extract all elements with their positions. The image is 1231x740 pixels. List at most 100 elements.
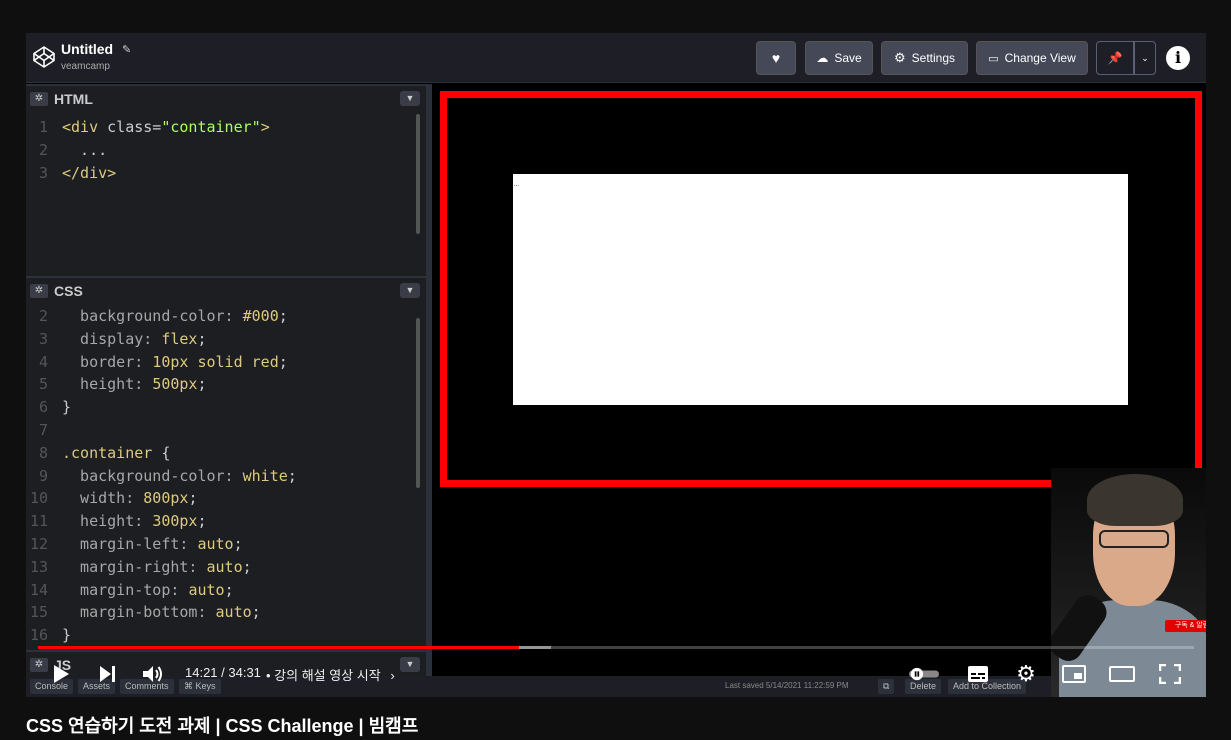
settings-label: Settings: [911, 51, 955, 65]
code-token: auto: [206, 557, 243, 576]
code-token: width:: [62, 489, 144, 508]
play-button[interactable]: [46, 660, 76, 688]
codepen-logo-icon[interactable]: [32, 45, 56, 69]
html-code-line[interactable]: 1 <div class="container">: [26, 116, 426, 139]
line-number: 6: [38, 398, 48, 417]
progress-played: [38, 646, 519, 649]
code-token: class=: [107, 118, 162, 136]
code-token: "container": [161, 118, 261, 136]
autoplay-toggle[interactable]: [909, 660, 939, 688]
line-number: 15: [29, 603, 48, 622]
code-token: }: [62, 626, 72, 645]
css-scrollbar[interactable]: [416, 318, 420, 488]
pin-icon: 📌: [1107, 51, 1123, 65]
code-token: ;: [278, 352, 288, 371]
settings-gear-icon: ⚙: [1016, 661, 1036, 686]
css-code-line[interactable]: 11 height: 300px;: [26, 510, 426, 533]
code-token: margin-right:: [62, 557, 207, 576]
css-code-line[interactable]: 7: [26, 419, 426, 442]
presenter-hair: [1087, 474, 1183, 526]
css-editor-header: ✲ CSS ▼: [26, 276, 426, 302]
css-code-line[interactable]: 8 .container {: [26, 442, 426, 465]
edit-title-pencil-icon[interactable]: ✎: [122, 43, 131, 56]
html-code-area[interactable]: 1 <div class="container"> 2 ... 3 </div>: [26, 116, 426, 184]
css-code-line[interactable]: 12 margin-left: auto;: [26, 533, 426, 556]
pin-button[interactable]: 📌: [1096, 41, 1134, 75]
code-token: margin-bottom:: [62, 603, 216, 622]
html-settings-gear-icon[interactable]: ✲: [30, 92, 48, 106]
css-code-line[interactable]: 14 margin-top: auto;: [26, 579, 426, 602]
css-editor-label: CSS: [54, 283, 83, 299]
pen-title[interactable]: Untitled: [61, 41, 113, 57]
mute-button[interactable]: [138, 660, 168, 688]
css-code-area[interactable]: 2 background-color: #000; 3 display: flex…: [26, 305, 426, 647]
chapter-title[interactable]: • 강의 해설 영상 시작 ›: [266, 665, 395, 684]
css-code-line[interactable]: 2 background-color: #000;: [26, 305, 426, 328]
subtitles-button[interactable]: [963, 660, 993, 688]
miniplayer-button[interactable]: [1059, 660, 1089, 688]
theater-mode-button[interactable]: [1107, 660, 1137, 688]
css-code-line[interactable]: 5 height: 500px;: [26, 373, 426, 396]
html-code-line[interactable]: 3 </div>: [26, 162, 426, 185]
heart-icon: ♥: [771, 50, 781, 66]
chevron-down-icon: ⌄: [1141, 52, 1149, 63]
code-token: ...: [62, 140, 108, 159]
code-token: </div>: [62, 163, 117, 182]
next-button[interactable]: [92, 660, 122, 688]
save-button[interactable]: ☁ Save: [805, 41, 873, 75]
code-token: ;: [233, 534, 243, 553]
html-code-line[interactable]: 2 ...: [26, 139, 426, 162]
code-token: ;: [197, 512, 207, 531]
css-code-line[interactable]: 13 margin-right: auto;: [26, 556, 426, 579]
css-collapse-chevron-icon[interactable]: ▼: [400, 283, 420, 298]
html-collapse-chevron-icon[interactable]: ▼: [400, 91, 420, 106]
line-number: 10: [29, 489, 48, 508]
code-token: >: [260, 118, 270, 136]
progress-bar[interactable]: [38, 646, 1194, 649]
youtube-watch-page: Untitled ✎ veamcamp ♥ ☁ Save ⚙ Settings …: [0, 0, 1231, 740]
settings-button[interactable]: ⚙ Settings: [881, 41, 968, 75]
line-number: 3: [38, 329, 48, 348]
line-number: 11: [29, 512, 48, 531]
code-token: .container: [62, 443, 162, 462]
change-view-label: Change View: [1004, 51, 1076, 65]
pin-dropdown-button[interactable]: ⌄: [1134, 41, 1156, 75]
code-token: 300px: [152, 512, 198, 531]
volume-icon: [143, 666, 162, 682]
code-token: ;: [242, 557, 252, 576]
chapter-label: • 강의 해설 영상 시작: [266, 668, 381, 683]
line-number: 3: [38, 163, 48, 182]
css-code-line[interactable]: 9 background-color: white;: [26, 465, 426, 488]
settings-gear-button[interactable]: ⚙: [1011, 660, 1041, 688]
css-code-line[interactable]: 4 border: 10px solid red;: [26, 351, 426, 374]
cloud-icon: ☁: [816, 51, 829, 65]
line-number: 13: [29, 557, 48, 576]
pen-username[interactable]: veamcamp: [61, 61, 110, 72]
code-token: 800px: [143, 489, 189, 508]
code-token: display:: [62, 329, 162, 348]
layout-icon: ▭: [988, 52, 999, 65]
code-token: <div: [62, 118, 108, 136]
video-player[interactable]: Untitled ✎ veamcamp ♥ ☁ Save ⚙ Settings …: [26, 33, 1206, 697]
line-number: 8: [38, 443, 48, 462]
play-icon: [54, 665, 69, 683]
fullscreen-icon: [1159, 664, 1181, 684]
change-view-button[interactable]: ▭ Change View: [976, 41, 1088, 75]
css-code-line[interactable]: 16}: [26, 624, 426, 647]
line-number: 2: [38, 307, 48, 325]
css-code-line[interactable]: 10 width: 800px;: [26, 487, 426, 510]
css-code-line[interactable]: 6}: [26, 396, 426, 419]
line-number: 7: [38, 420, 48, 439]
line-number: 9: [38, 466, 48, 485]
css-code-line[interactable]: 15 margin-bottom: auto;: [26, 601, 426, 624]
css-settings-gear-icon[interactable]: ✲: [30, 284, 48, 298]
line-number: 5: [38, 375, 48, 394]
code-token: background-color:: [62, 307, 243, 325]
line-number: 4: [38, 352, 48, 371]
info-icon[interactable]: i: [1166, 46, 1190, 70]
html-scrollbar[interactable]: [416, 114, 420, 234]
love-button[interactable]: ♥: [756, 41, 796, 75]
code-token: ;: [224, 580, 234, 599]
css-code-line[interactable]: 3 display: flex;: [26, 328, 426, 351]
fullscreen-button[interactable]: [1155, 660, 1185, 688]
